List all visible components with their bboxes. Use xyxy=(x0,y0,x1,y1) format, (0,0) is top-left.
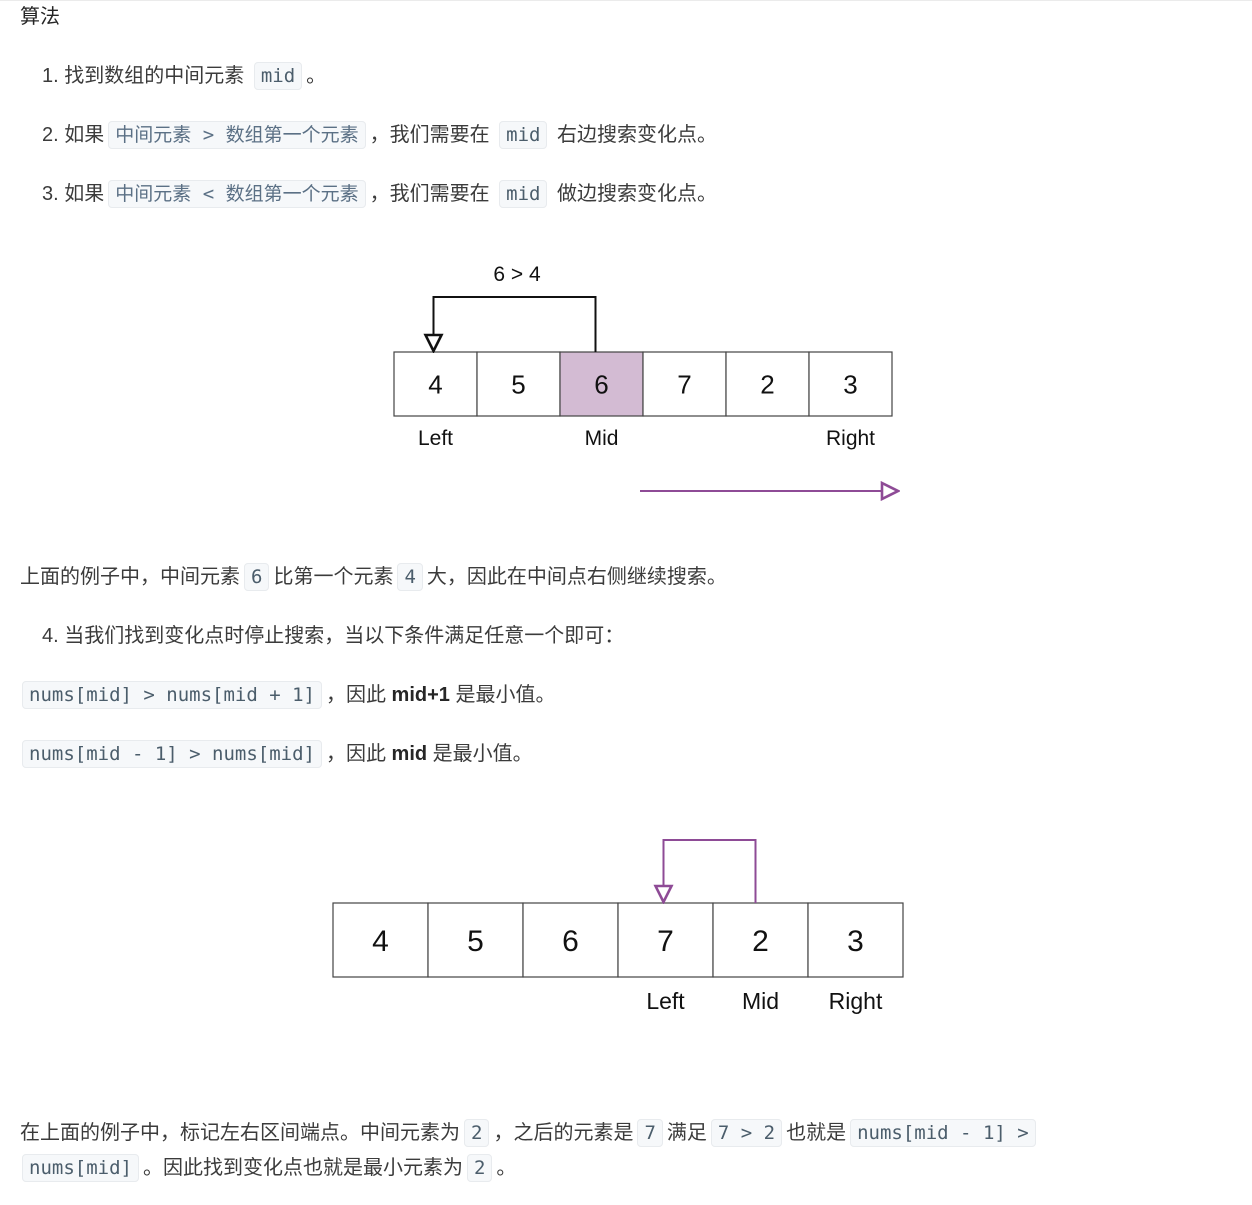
d1-cell-value: 2 xyxy=(760,369,774,399)
bold-text: mid+1 xyxy=(391,684,450,706)
d2-cell-value: 7 xyxy=(657,925,674,958)
d1-cell-value: 7 xyxy=(677,369,691,399)
d1-cell-value: 5 xyxy=(511,369,525,399)
text: ，之后的元素是 xyxy=(493,1122,634,1144)
text: 大，因此在中间点右侧继续搜索。 xyxy=(426,566,727,588)
paragraph-explanation-2-line-1: 在上面的例子中，标记左右区间端点。中间元素为 2 ，之后的元素是 7 满足 7 > 2 也就… xyxy=(20,1116,1040,1150)
step-tail: 右边搜索变化点。 xyxy=(557,124,718,146)
text: 是最小值。 xyxy=(455,684,556,706)
pointer-label-left: Left xyxy=(418,427,453,450)
step-1: 1. 找到数组的中间元素 mid。 xyxy=(42,59,326,93)
section-heading: 算法 xyxy=(20,6,60,28)
paragraph-explanation-1: 上面的例子中，中间元素 6 比第一个元素 4 大，因此在中间点右侧继续搜索。 xyxy=(20,560,727,594)
text: 在上面的例子中，标记左右区间端点。中间元素为 xyxy=(20,1122,460,1144)
d2-cell-value: 3 xyxy=(847,925,864,958)
inline-code: mid xyxy=(499,121,548,149)
step-mid: ，我们需要在 xyxy=(369,124,490,146)
inline-code: 中间元素 < 数组第一个元素 xyxy=(108,180,366,208)
step-number: 3. xyxy=(42,183,59,205)
inline-code: 7 xyxy=(637,1119,663,1147)
step-mid: ，我们需要在 xyxy=(369,183,490,205)
step-pre: 如果 xyxy=(64,183,105,205)
text: 比第一个元素 xyxy=(273,566,394,588)
inline-code: nums[mid - 1] > nums[mid] xyxy=(22,740,322,768)
step-tail: 。 xyxy=(306,65,327,87)
comparison-arrow xyxy=(434,296,597,352)
step-number: 2. xyxy=(42,124,59,146)
step-pre: 如果 xyxy=(64,124,105,146)
d1-cell-value: 3 xyxy=(843,369,857,399)
inline-code: 2 xyxy=(464,1119,490,1147)
d2-cell-value: 2 xyxy=(752,925,769,958)
inline-code: 2 xyxy=(466,1154,493,1182)
comparison-label: 6 > 4 xyxy=(493,263,541,286)
condition-1: nums[mid] > nums[mid + 1] ，因此 mid+1 是最小值。 xyxy=(18,678,555,712)
text: ，因此 xyxy=(325,684,386,706)
comparison-arrow xyxy=(664,839,757,903)
inline-code: 4 xyxy=(397,563,423,591)
inline-code: 7 > 2 xyxy=(710,1119,783,1147)
pointer-label-right: Right xyxy=(829,988,883,1014)
text: 也就是 xyxy=(786,1122,847,1144)
condition-2: nums[mid - 1] > nums[mid] ，因此 mid 是最小值。 xyxy=(18,737,533,771)
text: 上面的例子中，中间元素 xyxy=(20,566,240,588)
paragraph-explanation-2-line-2: nums[mid] 。因此找到变化点也就是最小元素为 2。 xyxy=(18,1151,516,1185)
step-number: 4. xyxy=(42,625,59,647)
pointer-label-mid: Mid xyxy=(585,427,619,450)
top-divider xyxy=(0,0,1252,1)
text: 。 xyxy=(496,1157,517,1179)
pointer-label-mid: Mid xyxy=(742,988,779,1014)
pointer-label-left: Left xyxy=(646,988,685,1014)
d1-cell-value: 4 xyxy=(428,369,442,399)
d2-cell-value: 5 xyxy=(467,925,484,958)
step-2: 2. 如果 中间元素 > 数组第一个元素 ，我们需要在 mid 右边搜索变化点。 xyxy=(42,118,717,152)
inline-code: nums[mid] xyxy=(22,1154,139,1182)
step-text: 找到数组的中间元素 xyxy=(64,65,245,87)
step-number: 1. xyxy=(42,65,59,87)
d2-cell-value: 4 xyxy=(372,925,389,958)
diagram-array-search-1: 6 > 4 4 5 6 7 2 3 Left Mid Right xyxy=(393,263,920,510)
step-4: 4. 当我们找到变化点时停止搜索，当以下条件满足任意一个即可： xyxy=(42,619,624,653)
step-3: 3. 如果 中间元素 < 数组第一个元素 ，我们需要在 mid 做边搜索变化点。 xyxy=(42,177,717,211)
diagram-array-search-2: 4 5 6 7 2 3 Left Mid Right xyxy=(332,839,904,1014)
bold-text: mid xyxy=(391,743,428,765)
d1-cell-value: 6 xyxy=(594,369,608,399)
inline-code: 中间元素 > 数组第一个元素 xyxy=(108,121,366,149)
inline-code: mid xyxy=(499,180,548,208)
inline-code: nums[mid - 1] > xyxy=(850,1119,1036,1147)
step-text: 当我们找到变化点时停止搜索，当以下条件满足任意一个即可： xyxy=(64,625,625,647)
text: ，因此 xyxy=(325,743,386,765)
inline-code: mid xyxy=(253,62,303,90)
step-tail: 做边搜索变化点。 xyxy=(557,183,718,205)
text: 满足 xyxy=(666,1122,707,1144)
inline-code: nums[mid] > nums[mid + 1] xyxy=(22,681,322,709)
text: 。因此找到变化点也就是最小元素为 xyxy=(142,1157,463,1179)
inline-code: 6 xyxy=(244,563,270,591)
text: 是最小值。 xyxy=(432,743,533,765)
d2-cell-value: 6 xyxy=(562,925,579,958)
pointer-label-right: Right xyxy=(826,427,875,450)
